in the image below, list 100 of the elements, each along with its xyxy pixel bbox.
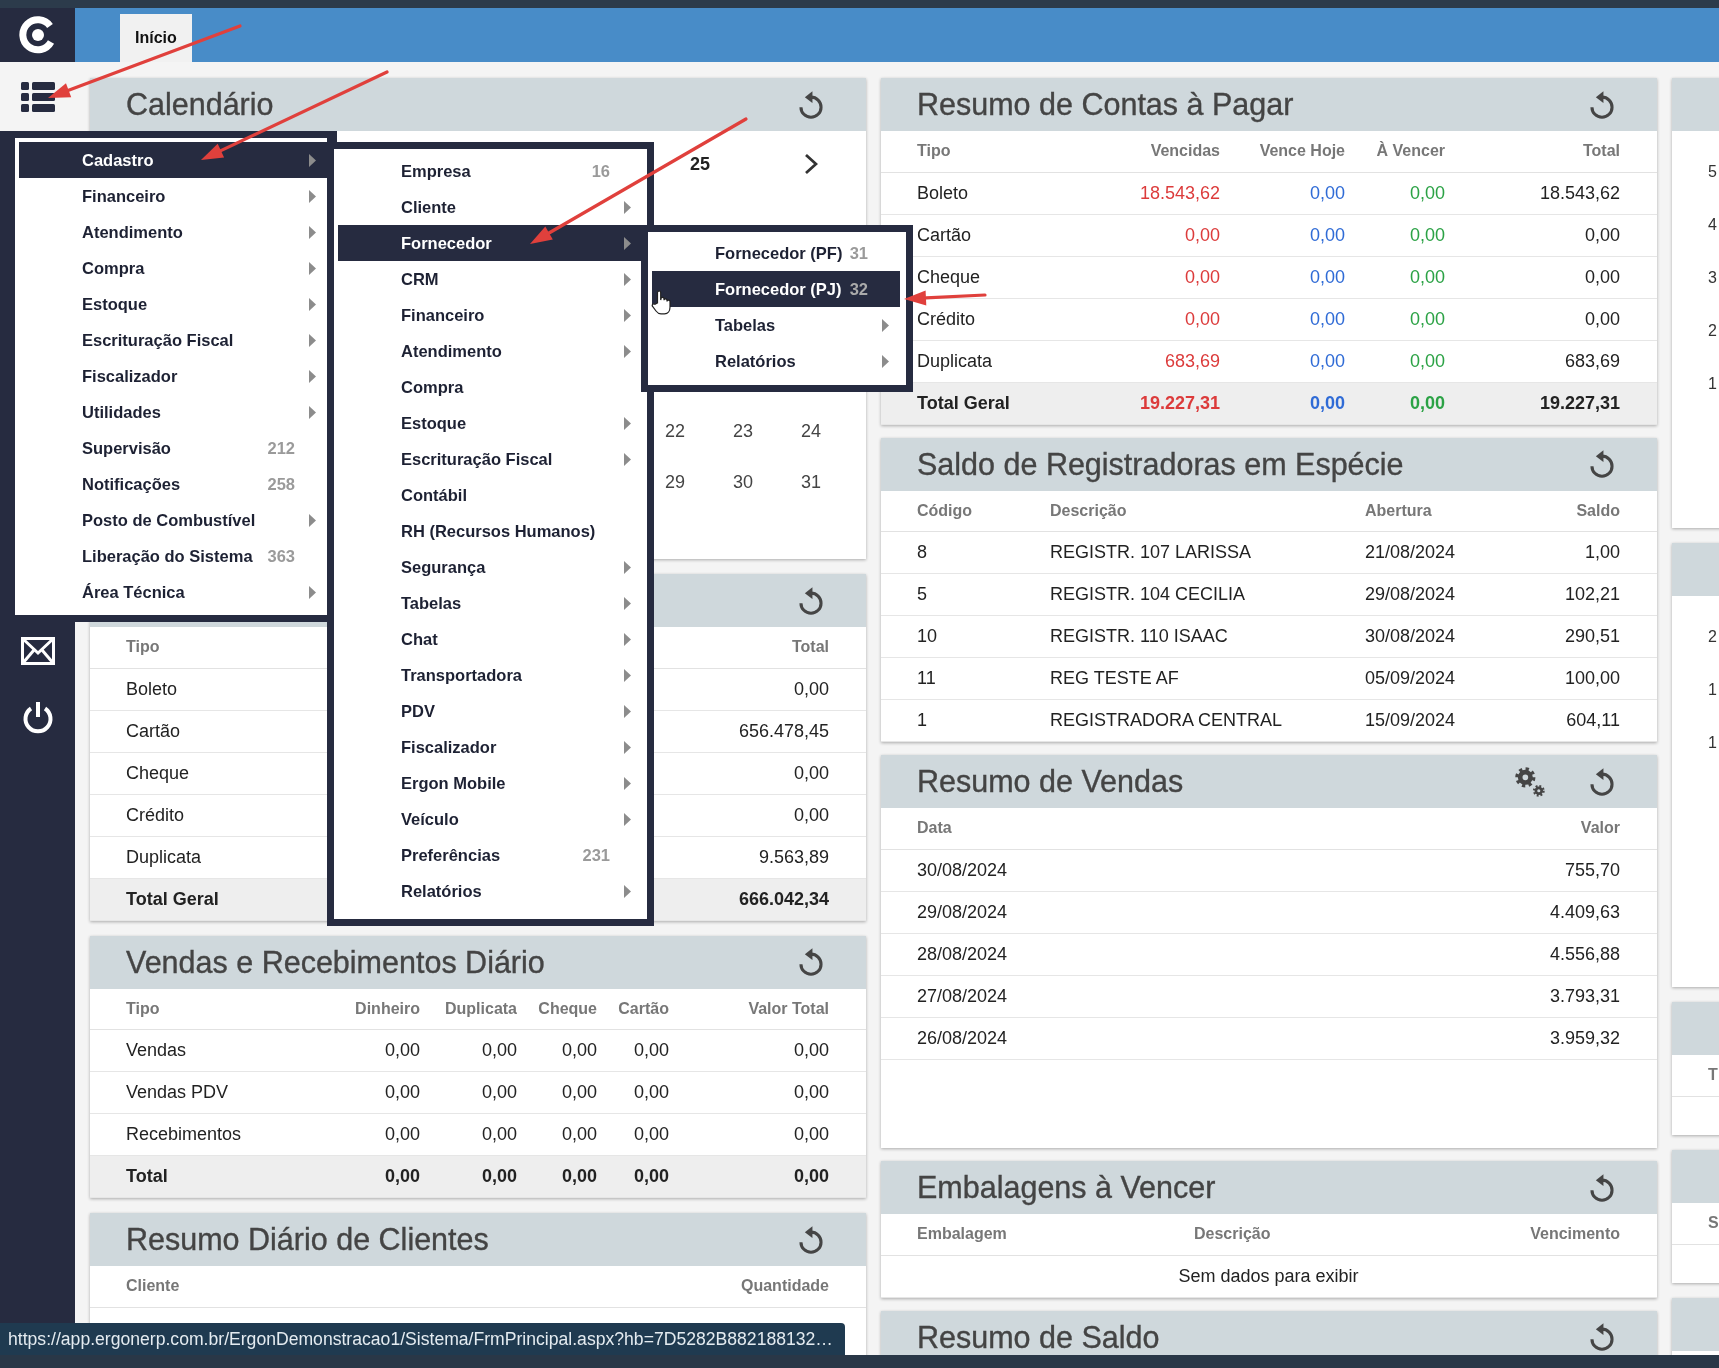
refresh-button[interactable] [799, 586, 823, 615]
menu-item[interactable]: Estoque [19, 286, 327, 322]
column-header: Tipo [881, 131, 1131, 172]
calendar-day[interactable]: 31 [801, 469, 821, 496]
menu-item[interactable]: Área Técnica [19, 574, 327, 610]
refresh-button[interactable] [1590, 450, 1614, 478]
panel-title: Resumo de Vendas [917, 766, 1184, 797]
axis-label: 1 [1708, 373, 1717, 394]
menu-item[interactable]: Posto de Combustível [19, 502, 327, 538]
menu-item[interactable]: Atendimento [338, 333, 642, 369]
table-cell: Vendas PDV [90, 1071, 330, 1114]
table-cell: 683,69 [1131, 340, 1228, 382]
refresh-button[interactable] [1590, 1323, 1614, 1351]
refresh-button[interactable] [1590, 90, 1614, 119]
menu-item[interactable]: Financeiro [19, 178, 327, 214]
table-cell: 0,00 [677, 1113, 866, 1156]
refresh-button[interactable] [799, 90, 823, 119]
calendar-day[interactable]: 29 [665, 469, 685, 496]
table-cell: Recebimentos [90, 1113, 330, 1156]
table-cell: 0,00 [525, 1113, 605, 1156]
menu-icon [20, 81, 55, 112]
link-preview: https://app.ergonerp.com.br/ErgonDemonstracao1/Sistema/FrmPrincipal.aspx?hb=7D5282B882188132… [0, 1323, 845, 1355]
menu-item[interactable]: Empresa 16 [338, 153, 642, 189]
table-cell: Vendas [90, 1029, 330, 1072]
table-cell: 290,51 [1501, 615, 1657, 658]
table-cell: Boleto [881, 172, 1131, 214]
calendar-day[interactable]: 24 [801, 418, 821, 445]
table-cell: 0,00 [1453, 214, 1657, 256]
column-header: Valor [1269, 808, 1657, 849]
menu-item[interactable]: Notificações 258 [19, 466, 327, 502]
axis-label: 2 [1708, 320, 1717, 341]
table-cell: 15/09/2024 [1357, 699, 1501, 742]
column-header: À Vencer [1353, 131, 1453, 172]
menu-item[interactable]: Cliente [338, 189, 642, 225]
column-header: Valor Total [677, 988, 866, 1030]
mail-button[interactable] [20, 637, 55, 665]
menu-item[interactable]: Escrituração Fiscal [338, 441, 642, 477]
menu-item[interactable]: Contábil [338, 477, 642, 513]
table-cell: 21/08/2024 [1357, 531, 1501, 574]
table-cell: 0,00 [605, 1029, 677, 1072]
table-cell: REG TESTE AF [1042, 657, 1357, 700]
refresh-button[interactable] [1590, 1173, 1614, 1202]
table-cell: 0,00 [1228, 214, 1353, 256]
table-cell: 30/08/2024 [881, 849, 1269, 891]
tab[interactable]: Início [120, 14, 192, 62]
panel-title: Resumo Diário de Clientes [126, 1224, 489, 1255]
table-cell: 3.793,31 [1269, 975, 1657, 1017]
item-count: 363 [267, 545, 295, 567]
menu-item[interactable]: Compra [338, 369, 642, 405]
menu-item[interactable]: Fornecedor [338, 225, 642, 261]
table-cell: 0,00 [1131, 214, 1228, 256]
menu-button[interactable] [20, 81, 55, 112]
table-cell: 0,00 [330, 1155, 428, 1198]
table-cell: 0,00 [1131, 298, 1228, 340]
menu-item[interactable]: RH (Recursos Humanos) [338, 513, 642, 549]
settings-button[interactable] [1515, 766, 1545, 797]
table-cell: 0,00 [525, 1155, 605, 1198]
table-cell: 0,00 [605, 1155, 677, 1198]
refresh-icon [1590, 90, 1614, 119]
refresh-button[interactable] [1590, 767, 1614, 796]
table-cell: 0,00 [1228, 298, 1353, 340]
table-cell: 0,00 [428, 1071, 525, 1114]
menu-item[interactable]: Utilidades [19, 394, 327, 430]
table-cell: 0,00 [1453, 298, 1657, 340]
table-cell: 755,70 [1269, 849, 1657, 891]
table-cell: 1 [881, 699, 1042, 742]
menu-item[interactable]: Liberação do Sistema 363 [19, 538, 327, 574]
table-cell: 0,00 [428, 1155, 525, 1198]
next-month-button[interactable] [804, 153, 818, 175]
calendar-day[interactable]: 23 [733, 418, 753, 445]
menu-item[interactable]: Financeiro [338, 297, 642, 333]
menu-item[interactable]: Supervisão 212 [19, 430, 327, 466]
menu-item[interactable]: Atendimento [19, 214, 327, 250]
item-count: 212 [267, 437, 295, 459]
panel-title: Embalagens à Vencer [917, 1172, 1216, 1203]
column-header: Vencimento [1441, 1214, 1657, 1255]
menu-item[interactable]: Escrituração Fiscal [19, 322, 327, 358]
menu-item[interactable]: Estoque [338, 405, 642, 441]
axis-label: 3 [1708, 267, 1717, 288]
table-cell: 100,00 [1501, 657, 1657, 700]
table-cell: 0,00 [605, 1113, 677, 1156]
table-cell: 0,00 [1228, 256, 1353, 298]
menu-item[interactable]: Segurança [338, 549, 642, 585]
panel-title: Resumo de Contas à Pagar [917, 89, 1294, 120]
column-header: Cheque [525, 988, 605, 1030]
panel-title: Resumo de Saldo [917, 1321, 1160, 1353]
column-header: Vencidas [1131, 131, 1228, 172]
menu-item[interactable]: Fiscalizador [19, 358, 327, 394]
column-header: Descrição [1042, 490, 1357, 532]
refresh-button[interactable] [799, 948, 823, 976]
calendar-day[interactable]: 22 [665, 418, 685, 445]
refresh-button[interactable] [799, 1225, 823, 1254]
table-cell: 0,00 [1228, 172, 1353, 214]
calendar-day[interactable]: 30 [733, 469, 753, 496]
month-label: 25 [690, 152, 711, 176]
menu-item[interactable]: CRM [338, 261, 642, 297]
menu-item[interactable]: Cadastro [19, 142, 327, 178]
menu-item[interactable]: Compra [19, 250, 327, 286]
menu-item[interactable]: Tabelas [338, 585, 642, 621]
menu-item[interactable]: Fornecedor (PJ) 32 [652, 271, 900, 307]
